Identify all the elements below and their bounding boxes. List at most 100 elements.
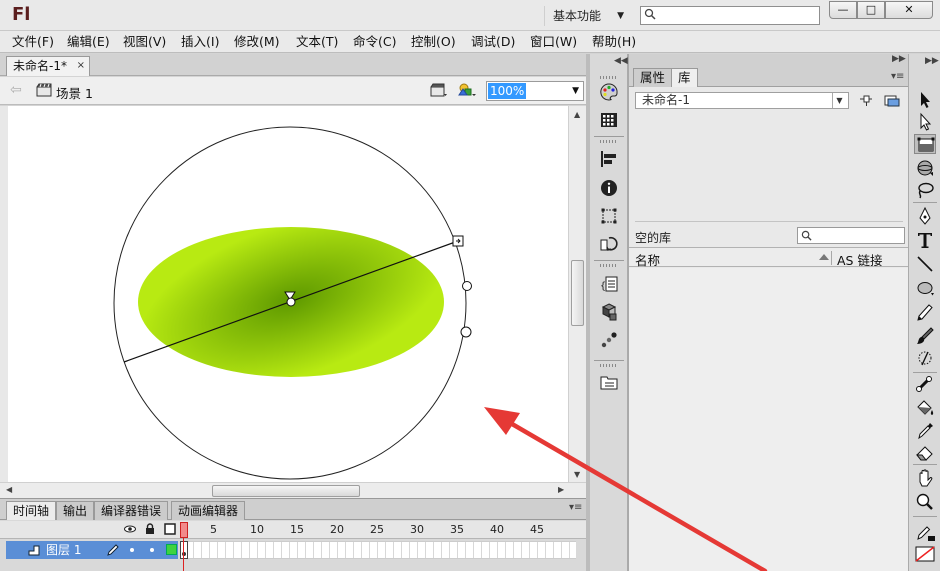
close-tab-icon[interactable]: × (77, 57, 85, 75)
library-item-list[interactable] (629, 268, 909, 571)
code-snippets-icon[interactable]: { (599, 274, 619, 294)
stage[interactable]: ▲ ▼ ◀ ▶ (0, 106, 586, 498)
transform-icon[interactable] (599, 206, 619, 226)
layer-outline-color[interactable] (166, 544, 177, 555)
workspace-switcher[interactable]: 基本功能 ▼ (544, 6, 630, 26)
tab-compiler-errors[interactable]: 编译器错误 (94, 501, 169, 520)
eyedropper-tool-icon[interactable] (914, 420, 936, 440)
scroll-left-icon[interactable]: ◀ (6, 485, 12, 494)
column-name[interactable]: 名称 (635, 250, 660, 269)
menu-modify[interactable]: 修改(M) (234, 34, 280, 50)
menu-insert[interactable]: 插入(I) (181, 34, 219, 50)
help-search-input[interactable] (640, 6, 820, 25)
gradient-rotation-handle[interactable] (460, 326, 472, 338)
panel-group-grip[interactable] (600, 140, 618, 143)
menu-debug[interactable]: 调试(D) (471, 34, 515, 50)
scroll-up-icon[interactable]: ▲ (574, 110, 580, 119)
project-icon[interactable] (599, 372, 619, 392)
playhead[interactable] (180, 522, 188, 571)
lasso-tool-icon[interactable] (914, 180, 936, 200)
gradient-width-handle[interactable] (462, 281, 472, 291)
close-button[interactable]: ✕ (885, 1, 933, 19)
info-icon[interactable] (599, 178, 619, 198)
eye-icon[interactable] (124, 523, 136, 535)
history-icon[interactable] (599, 234, 619, 254)
pencil-tool-icon[interactable] (914, 302, 936, 322)
align-icon[interactable] (599, 149, 619, 169)
free-transform-tool-icon[interactable] (914, 134, 936, 154)
frames-row[interactable] (186, 541, 576, 559)
zoom-tool-icon[interactable] (914, 492, 936, 512)
tab-motion-editor[interactable]: 动画编辑器 (171, 501, 246, 520)
outline-icon[interactable] (164, 523, 176, 535)
gradient-center-handle[interactable] (286, 297, 296, 307)
edit-scene-icon[interactable] (430, 82, 448, 98)
motion-presets-icon[interactable] (599, 330, 619, 350)
vertical-scrollbar[interactable]: ▲ ▼ (568, 106, 586, 484)
layer-lock-dot[interactable] (150, 548, 154, 552)
minimize-button[interactable]: — (829, 1, 857, 19)
menu-edit[interactable]: 编辑(E) (67, 34, 110, 50)
scroll-right-icon[interactable]: ▶ (558, 485, 564, 494)
deco-tool-icon[interactable] (914, 348, 936, 368)
fill-color-icon[interactable] (914, 544, 936, 564)
components-icon[interactable] (599, 302, 619, 322)
swatches-icon[interactable] (599, 110, 619, 130)
back-arrow-icon[interactable]: ⇦ (10, 82, 22, 98)
layer-row[interactable]: 图层 1 (6, 541, 178, 559)
sort-ascending-icon[interactable] (819, 254, 829, 260)
lock-icon[interactable] (144, 523, 156, 535)
tab-timeline[interactable]: 时间轴 (6, 501, 57, 520)
text-tool-icon[interactable] (914, 230, 936, 250)
panel-menu-icon[interactable]: ▾≡ (569, 502, 582, 513)
subselection-tool-icon[interactable] (914, 112, 936, 132)
panel-group-grip[interactable] (600, 76, 618, 79)
3d-rotation-tool-icon[interactable] (914, 158, 936, 178)
tab-properties[interactable]: 属性 (633, 68, 673, 87)
menu-control[interactable]: 控制(O) (411, 34, 456, 50)
column-divider[interactable] (831, 251, 832, 265)
panel-group-grip[interactable] (600, 364, 618, 367)
selection-tool-icon[interactable] (914, 90, 936, 110)
brush-tool-icon[interactable] (914, 326, 936, 346)
paint-bucket-tool-icon[interactable] (914, 398, 936, 418)
color-palette-icon[interactable] (599, 82, 619, 102)
menu-text[interactable]: 文本(T) (296, 34, 338, 50)
tab-library[interactable]: 库 (671, 68, 698, 87)
bone-tool-icon[interactable] (914, 374, 936, 394)
library-search-input[interactable] (797, 227, 905, 244)
layer-name[interactable]: 图层 1 (46, 541, 81, 559)
panel-group-grip[interactable] (600, 264, 618, 267)
zoom-select[interactable]: 100% ▼ (486, 81, 584, 101)
horizontal-scroll-thumb[interactable] (212, 485, 360, 497)
eraser-tool-icon[interactable] (914, 442, 936, 462)
menu-view[interactable]: 视图(V) (123, 34, 166, 50)
collapse-panel-icon[interactable]: ▶▶ (892, 54, 906, 64)
column-as-linkage[interactable]: AS 链接 (837, 250, 882, 269)
oval-tool-icon[interactable] (914, 278, 936, 298)
scroll-down-icon[interactable]: ▼ (574, 470, 580, 479)
pin-library-icon[interactable] (859, 94, 873, 107)
line-tool-icon[interactable] (914, 254, 936, 274)
playhead-handle[interactable] (180, 522, 188, 538)
menu-help[interactable]: 帮助(H) (592, 34, 636, 50)
new-library-panel-icon[interactable] (884, 94, 900, 107)
stage-canvas[interactable] (0, 106, 586, 498)
stroke-color-icon[interactable] (914, 522, 936, 542)
menu-commands[interactable]: 命令(C) (353, 34, 396, 50)
hand-tool-icon[interactable] (914, 468, 936, 488)
panel-menu-icon[interactable]: ▾≡ (891, 71, 904, 82)
collapse-tools-icon[interactable]: ▶▶ (925, 56, 939, 66)
maximize-button[interactable]: □ (857, 1, 885, 19)
frame-ruler[interactable]: 1 5 10 15 20 25 30 35 40 45 (178, 521, 578, 539)
tab-output[interactable]: 输出 (56, 501, 95, 520)
menu-window[interactable]: 窗口(W) (530, 34, 577, 50)
horizontal-scrollbar[interactable]: ◀ ▶ (0, 482, 586, 498)
vertical-scroll-thumb[interactable] (571, 260, 584, 326)
edit-symbol-icon[interactable] (457, 82, 477, 98)
library-document-select[interactable]: 未命名-1 ▼ (635, 92, 849, 109)
layer-visibility-dot[interactable] (130, 548, 134, 552)
scene-label[interactable]: 场景 1 (56, 83, 93, 102)
menu-file[interactable]: 文件(F) (12, 34, 54, 50)
pen-tool-icon[interactable] (914, 206, 936, 226)
